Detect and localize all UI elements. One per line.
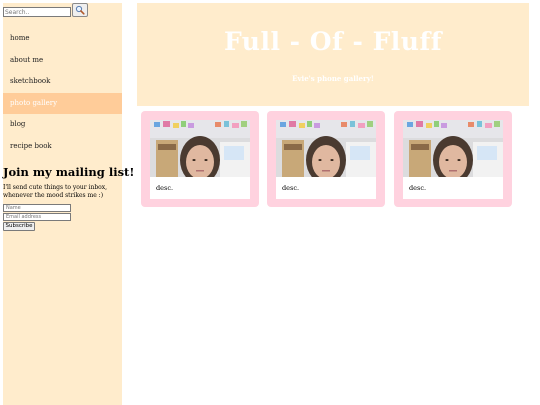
sidebar-nav: home about me sketchbook photo gallery b…	[3, 28, 122, 157]
gallery-caption: desc.	[150, 177, 250, 199]
gallery-caption: desc.	[403, 177, 503, 199]
gallery-card[interactable]: desc.	[141, 111, 259, 207]
search-bar	[3, 3, 122, 19]
nav-item-about-me[interactable]: about me	[3, 50, 122, 72]
selfie-photo	[403, 120, 503, 177]
selfie-photo	[276, 120, 376, 177]
search-button[interactable]	[72, 3, 88, 17]
gallery-caption-text: desc.	[156, 184, 174, 192]
nav-item-blog[interactable]: blog	[3, 114, 122, 136]
gallery-caption: desc.	[276, 177, 376, 199]
nav-item-photo-gallery[interactable]: photo gallery	[3, 92, 122, 114]
search-input[interactable]	[3, 7, 71, 17]
gallery-photo[interactable]	[150, 120, 250, 177]
site-subtitle: Evie's phone gallery!	[292, 74, 374, 83]
gallery-caption-text: desc.	[409, 184, 427, 192]
mailing-list-text: I'll send cute things to your inbox, whe…	[3, 184, 108, 199]
subscribe-button[interactable]: Subscribe	[3, 222, 35, 231]
search-icon	[75, 5, 85, 15]
site-title: Full - Of - Fluff	[223, 27, 442, 56]
selfie-photo	[150, 120, 250, 177]
gallery-photo[interactable]	[276, 120, 376, 177]
gallery-card[interactable]: desc.	[267, 111, 385, 207]
nav-item-recipe-book[interactable]: recipe book	[3, 136, 122, 158]
photo-gallery: desc. desc. desc.	[141, 111, 521, 207]
gallery-caption-text: desc.	[282, 184, 300, 192]
page: home about me sketchbook photo gallery b…	[0, 0, 540, 405]
nav-item-home[interactable]: home	[3, 28, 122, 50]
name-field[interactable]	[3, 204, 71, 212]
nav-item-sketchbook[interactable]: sketchbook	[3, 71, 122, 93]
mailing-list-title: Join my mailing list!	[3, 165, 135, 179]
email-field[interactable]	[3, 213, 71, 221]
header: Full - Of - Fluff Evie's phone gallery!	[137, 3, 529, 106]
gallery-photo[interactable]	[403, 120, 503, 177]
gallery-card[interactable]: desc.	[394, 111, 512, 207]
sidebar: home about me sketchbook photo gallery b…	[3, 3, 135, 405]
mailing-list-section: Join my mailing list! I'll send cute thi…	[3, 165, 135, 231]
